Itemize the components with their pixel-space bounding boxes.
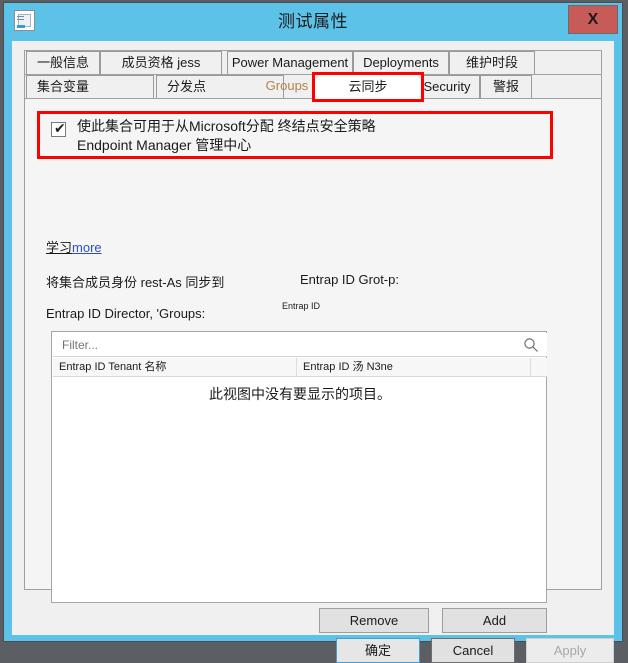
add-button[interactable]: Add (442, 608, 547, 633)
column-header-tenant-name[interactable]: Entrap ID Tenant 名称 (53, 358, 297, 376)
sync-description-line1: 将集合成员身份 rest-As 同步到 (46, 275, 225, 290)
enable-cloud-sync-label: 使此集合可用于从Microsoft分配 终结点安全策略 Endpoint Man… (77, 117, 537, 155)
search-icon[interactable] (523, 337, 539, 353)
enable-cloud-sync-checkbox[interactable]: ✔ (51, 120, 66, 137)
tab-groups[interactable]: Groups (253, 75, 321, 98)
sync-description-line1-right: Entrap ID Grot-p: (300, 272, 399, 287)
checkbox-label-line1: 使此集合可用于从Microsoft分配 终结点安全策略 (77, 118, 376, 134)
close-button[interactable]: X (568, 5, 618, 34)
filter-row (53, 333, 547, 357)
tab-cloud-sync[interactable]: 云同步 (314, 74, 422, 99)
tab-maintenance-windows[interactable]: 维护时段 (449, 51, 535, 74)
tab-row-2: 集合变量 分发点 Groups 云同步 Security 警报 (24, 74, 602, 99)
tab-collection-variables[interactable]: 集合变量 (26, 75, 154, 98)
checkbox-label-line2: Endpoint Manager 管理中心 (77, 137, 252, 153)
tab-deployments[interactable]: Deployments (353, 51, 449, 74)
column-header-extra[interactable] (531, 358, 547, 376)
tab-security[interactable]: Security (414, 75, 480, 98)
dialog-client-area: 一般信息 成员资格 jess Power Management Deployme… (12, 41, 614, 663)
tab-power-management[interactable]: Power Management (227, 51, 353, 74)
tab-general[interactable]: 一般信息 (26, 51, 100, 74)
list-empty-message: 此视图中没有要显示的项目。 (209, 386, 391, 402)
tab-membership[interactable]: 成员资格 jess (100, 51, 222, 74)
list-column-header: Entrap ID Tenant 名称 Entrap ID 汤 N3ne (53, 358, 547, 377)
column-header-group-name[interactable]: Entrap ID 汤 N3ne (297, 358, 531, 376)
checkmark-icon: ✔ (54, 120, 66, 136)
tab-alerts[interactable]: 警报 (480, 75, 532, 98)
remove-button[interactable]: Remove (319, 608, 429, 633)
window-title: 测试属性 (278, 12, 348, 31)
learn-more-prefix: 学习 (46, 240, 73, 255)
learn-more-link[interactable]: more (72, 240, 102, 255)
ok-button[interactable]: 确定 (336, 638, 420, 663)
entrap-id-tiny-label: Entrap ID (282, 301, 321, 311)
sync-description-line2: Entrap ID Director, 'Groups: (46, 306, 206, 321)
tab-control: 一般信息 成员资格 jess Power Management Deployme… (24, 50, 602, 633)
learn-more-line: 学习more (46, 237, 102, 256)
enable-cloud-sync-checkbox-block[interactable]: ✔ 使此集合可用于从Microsoft分配 终结点安全策略 Endpoint M… (39, 113, 551, 157)
title-bar: 测试属性 X (4, 3, 622, 37)
groups-list-panel: Entrap ID Tenant 名称 Entrap ID 汤 N3ne 此视图… (51, 331, 547, 603)
apply-button: Apply (526, 638, 614, 663)
filter-input[interactable] (60, 337, 504, 353)
cloud-sync-tab-page: ✔ 使此集合可用于从Microsoft分配 终结点安全策略 Endpoint M… (24, 98, 602, 633)
properties-dialog-window: 测试属性 X 一般信息 成员资格 jess Power Management D… (3, 2, 623, 663)
cancel-button[interactable]: Cancel (431, 638, 515, 663)
tab-row-1: 一般信息 成员资格 jess Power Management Deployme… (24, 50, 602, 74)
